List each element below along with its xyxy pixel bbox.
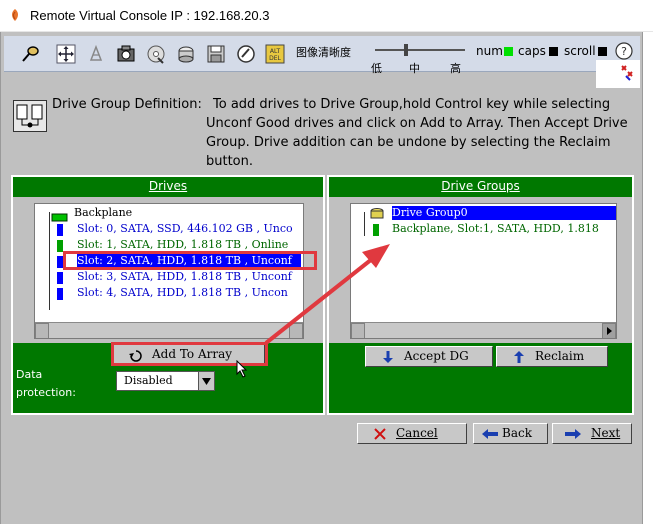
app-icon (12, 9, 18, 21)
right-edge (643, 32, 653, 524)
close-icon (374, 428, 386, 440)
wizard-icon (13, 100, 47, 132)
svg-text:?: ? (621, 45, 627, 58)
quality-tick-high: 高 (450, 62, 461, 75)
data-protection-value: Disabled (124, 374, 173, 387)
scroll-right-button[interactable] (602, 323, 616, 338)
scroll-left-button[interactable] (351, 323, 365, 338)
help-icon[interactable]: ? (615, 42, 633, 60)
image-quality-label: 图像清晰度 (296, 46, 351, 59)
reclaim-button[interactable]: Reclaim (496, 346, 608, 367)
next-arrow-icon (565, 429, 581, 439)
data-protection-label-line2: protection: (16, 386, 76, 399)
camera-icon[interactable] (116, 44, 136, 64)
up-arrow-icon (514, 351, 524, 363)
cdrom-icon[interactable] (146, 44, 166, 64)
drive-icon (373, 224, 379, 236)
cancel-button[interactable]: Cancel (357, 423, 467, 444)
caps-lock-label: caps (518, 44, 546, 58)
disk-icon[interactable] (176, 44, 196, 64)
back-label: Back (502, 426, 532, 440)
vendor-logo (596, 60, 640, 88)
slider-track (375, 49, 465, 51)
drive-groups-list[interactable]: Drive Group0 Backplane, Slot:1, SATA, HD… (350, 203, 617, 339)
back-button[interactable]: Back (473, 423, 548, 444)
data-protection-select[interactable]: Disabled (116, 371, 215, 391)
scroll-lock-indicator (598, 47, 607, 56)
drive-slot-1[interactable]: Slot: 1, SATA, HDD, 1.818 TB , Online (77, 238, 288, 252)
mouse-icon[interactable] (86, 44, 106, 64)
drive-groups-title: Drive Groups (441, 179, 520, 193)
drive-group-member[interactable]: Backplane, Slot:1, SATA, HDD, 1.818 (392, 222, 599, 236)
num-lock-indicator (504, 47, 513, 56)
svg-text:DEL: DEL (269, 55, 281, 62)
drive-groups-header: Drive Groups (329, 177, 632, 197)
data-protection-label: Data protection: (16, 368, 76, 400)
header-label: Drive Group Definition: (52, 97, 202, 112)
floppy-icon[interactable] (206, 44, 226, 64)
drives-panel-header: Drives (13, 177, 323, 197)
drives-panel-title: Drives (148, 179, 188, 193)
groups-hscrollbar[interactable] (351, 322, 616, 338)
scroll-right-button[interactable] (289, 323, 303, 338)
instructions-line-4: button. (206, 154, 254, 169)
tree-connector (49, 212, 50, 310)
drive-icon (57, 224, 63, 236)
image-quality-slider[interactable] (375, 44, 465, 56)
slider-thumb[interactable] (404, 44, 408, 56)
quality-tick-mid: 中 (409, 62, 420, 75)
window-titlebar: Remote Virtual Console IP : 192.168.20.3 (0, 0, 653, 32)
cancel-label: Cancel (396, 426, 438, 440)
drive-slot-0[interactable]: Slot: 0, SATA, SSD, 446.102 GB , Unco (77, 222, 293, 236)
window-title: Remote Virtual Console IP : 192.168.20.3 (30, 8, 270, 23)
next-button[interactable]: Next (552, 423, 632, 444)
quality-tick-low: 低 (371, 62, 382, 75)
backplane-icon (51, 213, 68, 222)
reclaim-label: Reclaim (535, 349, 585, 363)
caps-lock-indicator (549, 47, 558, 56)
keyboard-macro-icon[interactable]: ALT DEL (265, 44, 285, 64)
instructions-line-2: Unconf Good drives and click on Add to A… (206, 116, 628, 131)
instructions-line-1: To add drives to Drive Group,hold Contro… (213, 97, 611, 112)
accept-dg-label: Accept DG (404, 349, 469, 363)
drive-slot-3[interactable]: Slot: 3, SATA, HDD, 1.818 TB , Unconf (77, 270, 292, 284)
annotation-box-selected-drive (63, 251, 317, 270)
power-icon[interactable] (236, 44, 256, 64)
dropdown-arrow-icon[interactable] (198, 372, 214, 390)
next-label: Next (591, 426, 621, 440)
down-arrow-icon (383, 351, 393, 363)
svg-text:ALT: ALT (270, 48, 281, 55)
num-lock-label: num (476, 44, 503, 58)
scroll-left-button[interactable] (35, 323, 49, 338)
instructions-line-3: Group. Drive addition can be undone by s… (206, 135, 611, 150)
accept-dg-button[interactable]: Accept DG (365, 346, 493, 367)
drives-hscrollbar[interactable] (35, 322, 303, 338)
move-icon[interactable] (56, 44, 76, 64)
drive-group-0[interactable]: Drive Group0 (392, 206, 616, 220)
drive-icon (57, 272, 63, 284)
tree-connector (364, 212, 365, 236)
data-protection-label-line1: Data (16, 368, 43, 381)
tree-root-backplane[interactable]: Backplane (74, 206, 132, 220)
drive-slot-4[interactable]: Slot: 4, SATA, HDD, 1.818 TB , Uncon (77, 286, 288, 300)
back-arrow-icon (482, 429, 498, 439)
drives-list[interactable]: Backplane Slot: 0, SATA, SSD, 446.102 GB… (34, 203, 304, 339)
mouse-cursor-icon (236, 360, 248, 378)
drive-group-icon (370, 208, 384, 219)
scroll-lock-label: scroll (564, 44, 596, 58)
drive-icon (57, 288, 63, 300)
pin-icon[interactable] (20, 44, 40, 64)
